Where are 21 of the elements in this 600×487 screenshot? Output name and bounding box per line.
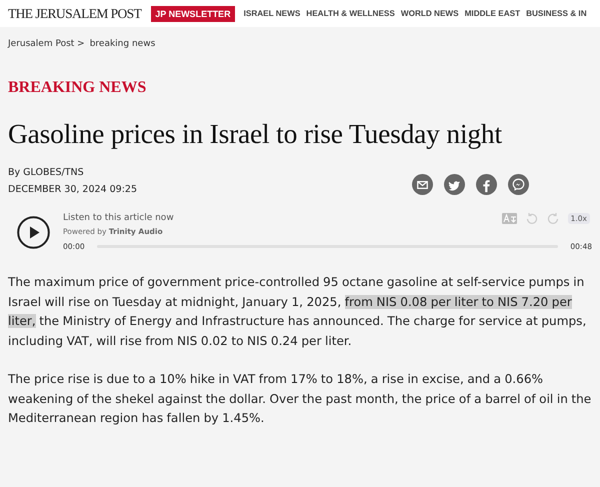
publish-date: DECEMBER 30, 2024 09:25: [8, 184, 137, 195]
logo[interactable]: THE JERUSALEM POST: [8, 6, 142, 22]
nav-link[interactable]: HEALTH & WELLNESS: [306, 9, 395, 18]
email-icon[interactable]: [412, 174, 433, 195]
headline: Gasoline prices in Israel to rise Tuesday night: [8, 118, 503, 150]
facebook-icon[interactable]: [476, 174, 497, 195]
breadcrumb-link[interactable]: Jerusalem Post >: [8, 39, 85, 49]
audio-title: Listen to this article now: [63, 213, 174, 223]
breadcrumb-link[interactable]: breaking news: [90, 39, 156, 49]
newsletter-button[interactable]: JP NEWSLETTER: [151, 6, 235, 22]
section-label: BREAKING NEWS: [8, 79, 148, 97]
nav-link[interactable]: ISRAEL NEWS: [244, 9, 300, 18]
messenger-icon[interactable]: [508, 174, 529, 195]
byline: By GLOBES/TNS: [8, 167, 85, 178]
bird-icon[interactable]: [444, 174, 465, 195]
play-button[interactable]: [17, 216, 50, 249]
paragraph: The price rise is due to a 10% hike in VAT from 17% to 18%, a rise in excise, and a 0.66% weakening of the shekel against the dollar. Over the past month, the price of a barrel of oil in the Mediterranean region has fallen by 1.45%.: [8, 371, 592, 427]
nav-link[interactable]: BUSINESS & IN: [526, 9, 587, 18]
nav-link[interactable]: WORLD NEWS: [400, 9, 459, 18]
nav-link[interactable]: MIDDLE EAST: [464, 9, 520, 18]
paragraph: The maximum price of government price-controlled 95 octane gasoline at self-service pumps in Israel will rise on Tuesday at midnight, January 1, 2025, from NIS 0.08 per liter to NIS 7.20 per liter, the Ministry of Energy and Infrastructure has announced. The charge for service at pumps, including VAT, will rise from NIS 0.02 to NIS 0.24 per liter.: [8, 274, 588, 350]
